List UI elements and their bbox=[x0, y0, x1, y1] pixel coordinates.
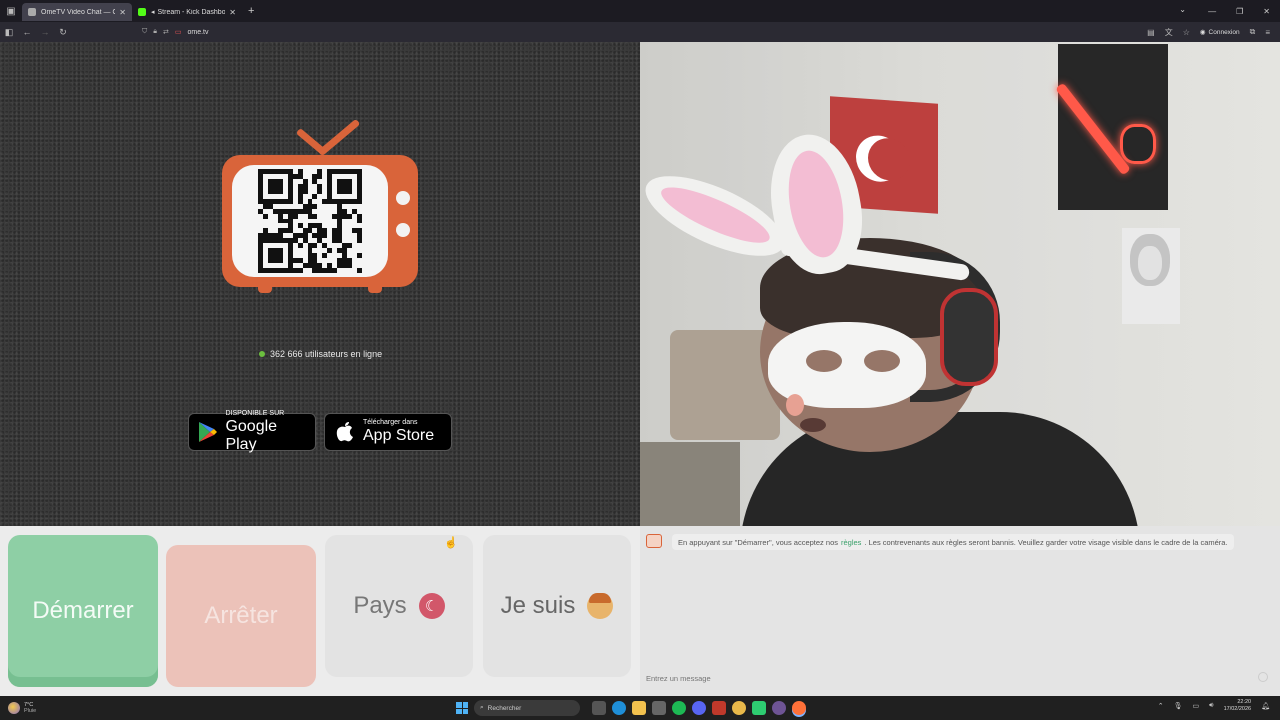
app-store-small: Télécharger dans bbox=[363, 419, 418, 426]
browser-tab-bar: ▣ OmeTV Video Chat — Omegle ✕ ◂ Stream -… bbox=[0, 0, 1280, 22]
page-content: 362 666 utilisateurs en ligne DISPONIBLE… bbox=[0, 42, 1280, 696]
tab-close-icon[interactable]: ✕ bbox=[119, 8, 126, 17]
forward-icon[interactable]: → bbox=[36, 27, 54, 37]
clock[interactable]: 22:20 17/02/2026 bbox=[1224, 699, 1252, 713]
restore-icon[interactable]: ❐ bbox=[1236, 7, 1243, 16]
tab-close-icon[interactable]: ✕ bbox=[229, 8, 236, 17]
tv-qr-logo bbox=[222, 118, 418, 296]
lock-icon[interactable]: 🔒︎ bbox=[153, 28, 157, 36]
chat-controls: Démarrer Arrêter Pays ☾ Je suis ☝ bbox=[0, 526, 640, 696]
close-window-icon[interactable]: ✕ bbox=[1263, 7, 1270, 16]
taskbar-search[interactable]: ⌕ Rechercher bbox=[474, 700, 580, 716]
tab-kick[interactable]: ◂ Stream - Kick Dashboard ✕ bbox=[132, 3, 242, 21]
self-webcam-video bbox=[640, 42, 1280, 526]
app-store-button[interactable]: Télécharger dans App Store bbox=[324, 413, 452, 451]
app-icon-red[interactable] bbox=[712, 701, 726, 715]
start-button[interactable]: Démarrer bbox=[8, 535, 158, 687]
weather-desc: Pluie bbox=[24, 708, 37, 714]
google-play-icon bbox=[197, 421, 219, 443]
weather-widget[interactable]: 7°C Pluie bbox=[8, 702, 36, 714]
tab-title: OmeTV Video Chat — Omegle bbox=[41, 8, 116, 16]
permissions-icon[interactable]: ⇄ bbox=[163, 28, 169, 36]
edge-icon[interactable] bbox=[612, 701, 626, 715]
reload-icon[interactable]: ↻ bbox=[54, 27, 72, 38]
google-play-small: DISPONIBLE SUR bbox=[225, 410, 285, 417]
task-view-icon[interactable] bbox=[592, 701, 606, 715]
network-icon[interactable]: ▭ bbox=[1193, 702, 1200, 710]
mouse-cursor-icon: ☝ bbox=[444, 537, 458, 549]
minimize-icon[interactable]: — bbox=[1208, 7, 1216, 16]
notifications-icon[interactable]: 🔔︎ bbox=[1261, 702, 1270, 710]
app-store-big: App Store bbox=[363, 427, 435, 444]
extensions-icon[interactable]: ⧉ bbox=[1250, 27, 1256, 37]
address-bar[interactable]: ⛉ 🔒︎ ⇄ ▭ ome.tv bbox=[142, 24, 1122, 40]
gender-button[interactable]: Je suis bbox=[483, 535, 631, 677]
back-icon[interactable]: ← bbox=[18, 27, 36, 37]
sidebar-toggle-icon[interactable]: ◧ bbox=[0, 27, 18, 38]
chat-message-input[interactable] bbox=[646, 672, 1266, 684]
ometv-chat-icon bbox=[646, 534, 662, 548]
github-desktop-icon[interactable] bbox=[772, 701, 786, 715]
discord-icon[interactable] bbox=[692, 701, 706, 715]
clock-time: 22:20 bbox=[1237, 699, 1252, 705]
camera-indicator-icon[interactable]: ▭ bbox=[175, 28, 182, 36]
rules-notice: En appuyant sur "Démarrer", vous accepte… bbox=[672, 534, 1234, 550]
window-controls: — ❐ ✕ bbox=[1208, 7, 1280, 16]
online-users-count: 362 666 utilisateurs en ligne bbox=[259, 349, 382, 359]
chat-panel: En appuyant sur "Démarrer", vous accepte… bbox=[640, 526, 1280, 696]
boy-avatar-icon bbox=[587, 593, 614, 619]
google-play-button[interactable]: DISPONIBLE SUR Google Play bbox=[188, 410, 316, 453]
online-count-text: 362 666 utilisateurs en ligne bbox=[270, 349, 383, 359]
emoji-icon[interactable] bbox=[1258, 672, 1268, 682]
chrome-icon[interactable] bbox=[732, 701, 746, 715]
store-icon[interactable] bbox=[652, 701, 666, 715]
weather-icon bbox=[8, 702, 20, 714]
search-placeholder: Rechercher bbox=[487, 704, 522, 712]
notice-after: . Les contrevenants aux règles seront ba… bbox=[864, 537, 1228, 547]
windows-taskbar: 7°C Pluie ⌕ Rechercher ⌃ 🎙︎ ▭ 🔊︎ 22:20 1… bbox=[0, 696, 1280, 720]
search-icon: ⌕ bbox=[480, 704, 484, 711]
kick-favicon-icon bbox=[138, 8, 146, 16]
windows-start-icon[interactable] bbox=[456, 702, 468, 714]
shield-icon[interactable]: ⛉ bbox=[142, 28, 147, 36]
app-icon-green[interactable] bbox=[752, 701, 766, 715]
rules-link[interactable]: règles bbox=[841, 538, 861, 547]
spotify-icon[interactable] bbox=[672, 701, 686, 715]
tab-title: Stream - Kick Dashboard bbox=[157, 8, 226, 16]
microphone-icon[interactable]: 🎙︎ bbox=[1174, 702, 1183, 710]
gender-label: Je suis bbox=[500, 592, 576, 619]
partner-video-placeholder: 362 666 utilisateurs en ligne DISPONIBLE… bbox=[0, 42, 640, 526]
tray-overflow-icon[interactable]: ⌃ bbox=[1158, 702, 1164, 710]
tab-list-icon[interactable]: ▣ bbox=[0, 0, 22, 22]
notice-before: En appuyant sur "Démarrer", vous accepte… bbox=[678, 537, 838, 547]
country-label: Pays bbox=[353, 592, 407, 619]
bookmark-star-icon[interactable]: ☆ bbox=[1183, 28, 1190, 37]
turkey-flag-icon: ☾ bbox=[418, 593, 445, 619]
firefox-icon[interactable] bbox=[792, 701, 806, 715]
connexion-label: Connexion bbox=[1208, 28, 1240, 36]
tab-overflow-chevron-icon[interactable]: ⌄ bbox=[1179, 5, 1186, 14]
country-button[interactable]: Pays ☾ bbox=[325, 535, 473, 677]
browser-nav-bar: ◧ ← → ↻ ⛉ 🔒︎ ⇄ ▭ ome.tv ▤ 文 ☆ ◉ Connexio… bbox=[0, 22, 1280, 42]
account-button[interactable]: ◉ Connexion bbox=[1199, 28, 1240, 37]
tab-ometv[interactable]: OmeTV Video Chat — Omegle ✕ bbox=[22, 3, 132, 21]
apple-icon bbox=[333, 421, 357, 443]
sound-icon: ◂ bbox=[151, 9, 155, 16]
system-tray: ⌃ 🎙︎ ▭ 🔊︎ 22:20 17/02/2026 🔔︎ bbox=[1158, 699, 1270, 713]
google-play-big: Google Play bbox=[225, 418, 278, 453]
qr-code[interactable] bbox=[258, 169, 362, 273]
volume-icon[interactable]: 🔊︎ bbox=[1209, 702, 1213, 710]
translate-page-icon[interactable]: ▤ bbox=[1147, 28, 1155, 37]
clock-date: 17/02/2026 bbox=[1223, 706, 1252, 712]
online-status-dot bbox=[259, 351, 265, 357]
new-tab-button[interactable]: + bbox=[248, 5, 254, 17]
ometv-favicon-icon bbox=[28, 8, 36, 16]
translate-icon[interactable]: 文 bbox=[1165, 27, 1173, 38]
url-text[interactable]: ome.tv bbox=[187, 29, 208, 36]
file-explorer-icon[interactable] bbox=[632, 701, 646, 715]
account-icon: ◉ bbox=[1199, 29, 1206, 36]
menu-icon[interactable]: ≡ bbox=[1265, 28, 1270, 37]
stop-button[interactable]: Arrêter bbox=[166, 545, 316, 687]
